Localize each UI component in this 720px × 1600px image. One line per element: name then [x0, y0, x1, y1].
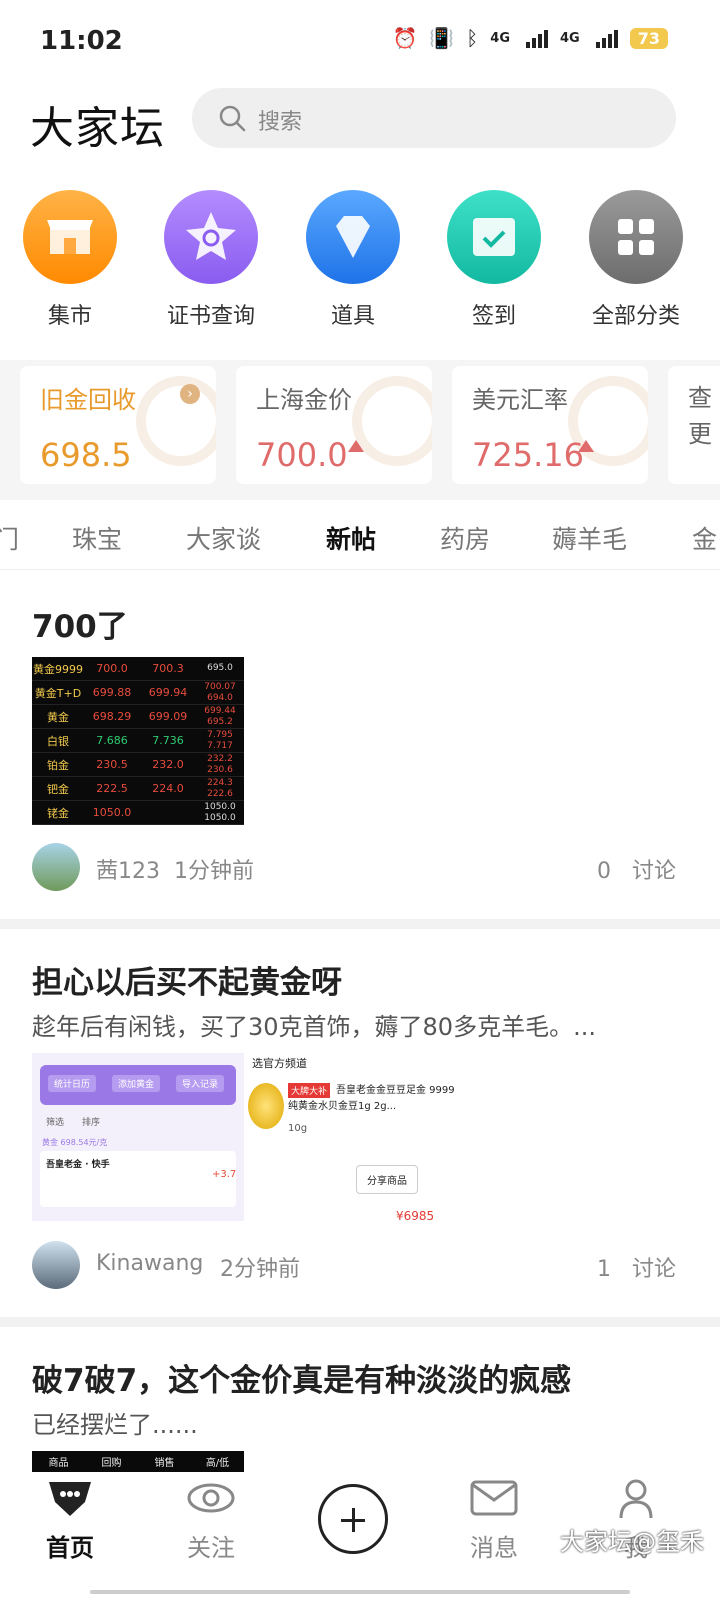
- eye-icon: [187, 1483, 235, 1513]
- post-image[interactable]: 商品 回购 销售 高/低: [32, 1451, 244, 1472]
- price-cards: 旧金回收 › 698.5 上海金价 700.0 美元汇率 725.16 查更: [0, 360, 720, 500]
- card-shanghai-gold[interactable]: 上海金价 700.0: [236, 366, 432, 484]
- post-title: 破7破7，这个金价真是有种淡淡的疯感: [32, 1363, 572, 1399]
- quick-item-all-categories[interactable]: 全部分类: [576, 190, 696, 330]
- table-row: 黄金T+D 699.88 699.94 700.07 694.0: [32, 681, 244, 705]
- tab-partial[interactable]: 门: [0, 520, 19, 556]
- store-icon: [23, 190, 117, 284]
- table-row: 铑金 1050.0 1050.0 1050.0: [32, 801, 244, 825]
- tab-new-posts[interactable]: 新帖: [326, 520, 376, 556]
- screenshot-shop: 选官方频道 大牌大补 吾皇老金金豆豆足金 9999纯黄金水贝金豆1g 2g...…: [246, 1053, 462, 1221]
- quick-menu: 集市 证书查询 道具 签到 全部分类: [0, 190, 720, 340]
- comment-count[interactable]: 1 讨论: [597, 1251, 676, 1283]
- table-row: 黄金9999 700.0 700.3 695.0: [32, 657, 244, 681]
- up-arrow-icon: [578, 440, 594, 452]
- post-meta: 茜123 1分钟前 0 讨论: [32, 843, 676, 891]
- comment-count[interactable]: 0 讨论: [597, 853, 676, 885]
- gold-bar-icon: [352, 376, 432, 466]
- nav-messages[interactable]: 消息: [434, 1478, 554, 1563]
- status-bar: 11:02 ⏰ 📳 ᛒ 4G 4G 73: [0, 0, 720, 80]
- signal-icon: [526, 28, 549, 48]
- table-row: 黄金 698.29 699.09 699.44 695.2: [32, 705, 244, 729]
- header: 大家坛 搜索: [0, 88, 720, 154]
- table-row: 铂金 230.5 232.0 232.2 230.6: [32, 753, 244, 777]
- quick-item-market[interactable]: 集市: [10, 190, 130, 330]
- tab-jewelry[interactable]: 珠宝: [72, 520, 122, 556]
- search-placeholder: 搜索: [258, 110, 303, 135]
- calendar-check-icon: [447, 190, 541, 284]
- network-label-1: 4G: [490, 30, 511, 46]
- tab-discussion[interactable]: 大家谈: [186, 520, 261, 556]
- tab-gold[interactable]: 金: [692, 520, 717, 556]
- table-row: 白银 7.686 7.736 7.795 7.717: [32, 729, 244, 753]
- app-screen: 11:02 ⏰ 📳 ᛒ 4G 4G 73 大家坛 搜索 集市 证书查询 道具 签…: [0, 0, 720, 1600]
- battery-icon: 73: [629, 27, 668, 49]
- table-row: 钯金 222.5 224.0 224.3 222.6: [32, 777, 244, 801]
- post-card[interactable]: 破7破7，这个金价真是有种淡淡的疯感 已经摆烂了...... 商品 回购 销售 …: [0, 1327, 720, 1472]
- up-arrow-icon: [348, 440, 364, 452]
- post-excerpt: 已经摆烂了......: [32, 1411, 198, 1439]
- home-icon: [49, 1482, 91, 1516]
- screenshot-app: 统计日历 添加黄金 导入记录 筛选 排序 黄金 698.54元/克 吾皇老金 ·…: [32, 1053, 244, 1221]
- quick-item-checkin[interactable]: 签到: [434, 190, 554, 330]
- card-usd-rate[interactable]: 美元汇率 725.16: [452, 366, 648, 484]
- gesture-bar: [90, 1590, 630, 1594]
- divider: [0, 919, 720, 929]
- status-time: 11:02: [40, 26, 123, 56]
- post-time: 2分钟前: [220, 1257, 300, 1282]
- category-tabs: 门 珠宝 大家谈 新帖 药房 薅羊毛 金: [0, 500, 720, 570]
- card-more[interactable]: 查更: [668, 366, 720, 484]
- alarm-icon: ⏰: [392, 26, 418, 50]
- grid-icon: [589, 190, 683, 284]
- nav-home[interactable]: 首页: [10, 1478, 130, 1563]
- post-title: 担心以后买不起黄金呀: [32, 965, 342, 1001]
- tab-deals[interactable]: 薅羊毛: [552, 520, 627, 556]
- card-gold-recycle[interactable]: 旧金回收 › 698.5: [20, 366, 216, 484]
- vibrate-icon: 📳: [429, 26, 455, 50]
- user-icon: [619, 1479, 653, 1519]
- post-time: 1分钟前: [174, 859, 254, 884]
- nav-follow[interactable]: 关注: [151, 1478, 271, 1563]
- gold-bean-image: [248, 1083, 284, 1129]
- search-bar[interactable]: 搜索: [192, 88, 676, 148]
- post-card[interactable]: 700了 黄金9999 700.0 700.3 695.0 黄金T+D 699.88 69…: [0, 571, 720, 919]
- app-logo: 大家坛: [30, 103, 165, 154]
- post-author[interactable]: Kinawang: [96, 1251, 203, 1276]
- post-author[interactable]: 茜123: [96, 853, 160, 885]
- coin-stack-icon: [136, 376, 216, 466]
- tab-pharmacy[interactable]: 药房: [440, 520, 490, 556]
- post-meta: Kinawang 2分钟前 1 讨论: [32, 1241, 676, 1289]
- certificate-search-icon: [164, 190, 258, 284]
- network-label-2: 4G: [560, 30, 580, 46]
- signal-icon: [595, 28, 618, 48]
- post-image[interactable]: 黄金9999 700.0 700.3 695.0 黄金T+D 699.88 699.94 7…: [32, 657, 244, 825]
- search-icon: [219, 105, 246, 132]
- quick-item-certificate[interactable]: 证书查询: [151, 190, 271, 330]
- plus-icon[interactable]: [318, 1484, 388, 1554]
- diamond-icon: [306, 190, 400, 284]
- avatar[interactable]: [32, 843, 80, 891]
- status-icons: ⏰ 📳 ᛒ 4G 4G 73: [392, 26, 668, 50]
- quick-item-props[interactable]: 道具: [293, 190, 413, 330]
- post-excerpt: 趁年后有闲钱，买了30克首饰，薅了80多克羊毛。...: [32, 1013, 596, 1041]
- avatar[interactable]: [32, 1241, 80, 1289]
- post-image[interactable]: 统计日历 添加黄金 导入记录 筛选 排序 黄金 698.54元/克 吾皇老金 ·…: [32, 1053, 462, 1221]
- chevron-right-icon: ›: [180, 384, 200, 404]
- divider: [0, 1317, 720, 1327]
- post-card[interactable]: 担心以后买不起黄金呀 趁年后有闲钱，买了30克首饰，薅了80多克羊毛。... 统…: [0, 929, 720, 1317]
- post-title: 700了: [32, 609, 128, 645]
- mail-icon: [470, 1480, 518, 1516]
- bluetooth-icon: ᛒ: [466, 26, 479, 50]
- watermark: 大家坛@玺禾: [560, 1528, 704, 1556]
